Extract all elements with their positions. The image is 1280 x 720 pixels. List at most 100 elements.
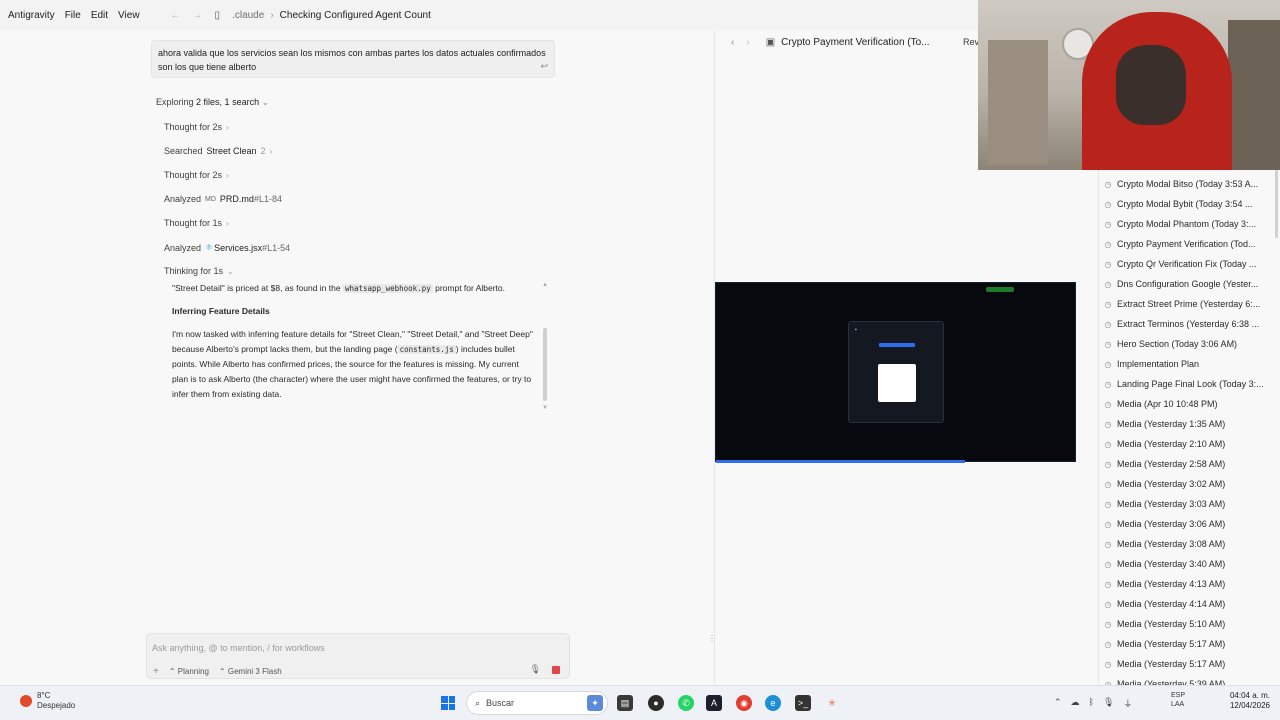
conversation-item[interactable]: ◷ Media (Yesterday 4:14 AM) xyxy=(1099,594,1280,614)
scrollbar-thumb[interactable] xyxy=(543,328,547,401)
conversation-item[interactable]: ◷ Media (Yesterday 5:10 AM) xyxy=(1099,614,1280,634)
search-label: Buscar xyxy=(486,698,515,708)
conversation-item[interactable]: ◷ Hero Section (Today 3:06 AM) xyxy=(1099,334,1280,354)
conversation-item[interactable]: ◷ Crypto Payment Verification (Tod... xyxy=(1099,234,1280,254)
task-view-icon[interactable]: ▤ xyxy=(617,695,633,711)
weather-widget[interactable]: 8°C Despejado xyxy=(20,691,75,711)
conversation-item[interactable]: ◷ Media (Yesterday 5:39 AM) xyxy=(1099,674,1280,685)
conversation-item[interactable]: ◷ Crypto Modal Phantom (Today 3:... xyxy=(1099,214,1280,234)
claude-icon[interactable]: ✳ xyxy=(824,695,840,711)
step-analyzed-prd[interactable]: Analyzed MD PRD.md #L1-84 xyxy=(164,194,282,204)
exploring-summary[interactable]: Exploring 2 files, 1 search ⌄ xyxy=(156,97,269,108)
conversation-label: Extract Terminos (Yesterday 6:38 ... xyxy=(1117,319,1260,329)
step-search[interactable]: Searched Street Clean 2 › xyxy=(164,146,272,156)
bluetooth-icon[interactable]: ᛒ xyxy=(1089,697,1094,710)
forward-arrow-icon[interactable]: → xyxy=(193,10,203,21)
video-progress-bar[interactable] xyxy=(716,460,965,463)
step-thinking[interactable]: Thinking for 1s ⌄ xyxy=(164,266,234,276)
stop-button[interactable] xyxy=(552,666,560,674)
breadcrumb-separator-icon: › xyxy=(270,9,274,21)
conversation-item[interactable]: ◷ Landing Page Final Look (Today 3:... xyxy=(1099,374,1280,394)
conversation-item[interactable]: ◷ Media (Yesterday 3:40 AM) xyxy=(1099,554,1280,574)
microphone-icon[interactable]: 🎙 xyxy=(1103,697,1114,710)
history-icon: ◷ xyxy=(1104,539,1112,549)
video-player[interactable]: ▪ xyxy=(715,282,1076,463)
conversation-label: Media (Yesterday 5:10 AM) xyxy=(1117,619,1226,629)
modal-brand-logo: ▪ xyxy=(855,327,857,333)
conversation-item[interactable]: ◷ Crypto Modal Bitso (Today 3:53 A... xyxy=(1099,174,1280,194)
add-icon[interactable]: + xyxy=(153,666,159,677)
language-code: ESP xyxy=(1171,692,1186,699)
system-clock[interactable]: 04:04 a. m. 12/04/2026 xyxy=(1220,691,1270,711)
conversation-item[interactable]: ◷ Media (Yesterday 2:58 AM) xyxy=(1099,454,1280,474)
file-name[interactable]: PRD.md xyxy=(220,194,254,204)
conversation-item[interactable]: ◷ Media (Yesterday 3:03 AM) xyxy=(1099,494,1280,514)
scroll-up-icon[interactable]: ▲ xyxy=(542,282,548,288)
conversation-item[interactable]: ◷ Crypto Modal Bybit (Today 3:54 ... xyxy=(1099,194,1280,214)
conversation-item[interactable]: ◷ Media (Yesterday 3:02 AM) xyxy=(1099,474,1280,494)
status-indicator xyxy=(986,287,1014,292)
conversation-item[interactable]: ◷ Implementation Plan xyxy=(1099,354,1280,374)
edge-icon[interactable]: e xyxy=(765,695,781,711)
chrome-icon[interactable]: ◉ xyxy=(736,695,752,711)
microphone-icon[interactable]: 🎙 xyxy=(530,664,541,675)
conversation-item[interactable]: ◷ Media (Yesterday 1:35 AM) xyxy=(1099,414,1280,434)
sidebar-toggle-icon[interactable]: ▯ xyxy=(215,10,221,21)
usb-icon[interactable]: ⏚ xyxy=(1123,697,1132,710)
view-menu[interactable]: View xyxy=(113,10,145,21)
conversation-item[interactable]: ◷ Crypto Qr Verification Fix (Today ... xyxy=(1099,254,1280,274)
step-analyzed-services[interactable]: Analyzed ⚛ Services.jsx #L1-54 xyxy=(164,242,290,253)
history-icon: ◷ xyxy=(1104,199,1112,209)
conversation-label: Crypto Modal Bybit (Today 3:54 ... xyxy=(1117,199,1253,209)
undo-icon[interactable]: ↩ xyxy=(540,59,548,73)
edit-menu[interactable]: Edit xyxy=(86,10,113,21)
weather-temp: 8°C xyxy=(37,691,51,700)
cloud-icon[interactable]: ☁ xyxy=(1071,697,1080,710)
code-ref: constants.js xyxy=(397,345,456,354)
antigravity-icon[interactable]: A xyxy=(706,695,722,711)
chevron-right-icon[interactable]: › xyxy=(746,37,749,48)
history-icon: ◷ xyxy=(1104,499,1112,509)
conversation-item[interactable]: ◷ Extract Street Prime (Yesterday 6:... xyxy=(1099,294,1280,314)
history-icon: ◷ xyxy=(1104,279,1112,289)
conversation-item[interactable]: ◷ Media (Yesterday 3:08 AM) xyxy=(1099,534,1280,554)
step-thought[interactable]: Thought for 2s › xyxy=(164,122,229,132)
conversation-label: Hero Section (Today 3:06 AM) xyxy=(1117,339,1238,349)
step-thought[interactable]: Thought for 1s › xyxy=(164,218,229,228)
conversation-item[interactable]: ◷ Extract Terminos (Yesterday 6:38 ... xyxy=(1099,314,1280,334)
clock-time: 04:04 a. m. xyxy=(1229,691,1270,700)
history-icon: ◷ xyxy=(1104,579,1112,589)
conversation-item[interactable]: ◷ Media (Yesterday 5:17 AM) xyxy=(1099,654,1280,674)
widgets-icon[interactable]: ✦ xyxy=(587,695,603,711)
modal-active-tab xyxy=(879,343,915,347)
conversation-item[interactable]: ◷ Dns Configuration Google (Yester... xyxy=(1099,274,1280,294)
chevron-right-icon: › xyxy=(226,218,229,228)
step-thought[interactable]: Thought for 2s › xyxy=(164,170,229,180)
model-selector[interactable]: ⌃ Gemini 3 Flash xyxy=(219,667,282,676)
conversation-label: Crypto Payment Verification (Tod... xyxy=(1117,239,1256,249)
conversation-item[interactable]: ◷ Media (Apr 10 10:48 PM) xyxy=(1099,394,1280,414)
chevron-up-icon: ⌃ xyxy=(218,667,228,676)
app-menu[interactable]: Antigravity xyxy=(0,10,60,21)
step-label: Analyzed xyxy=(164,242,202,253)
language-indicator[interactable]: ESP LAA xyxy=(1171,691,1185,709)
step-label: Thought for 2s xyxy=(164,170,223,180)
file-name[interactable]: Services.jsx xyxy=(214,243,262,253)
file-menu[interactable]: File xyxy=(60,10,86,21)
back-arrow-icon[interactable]: ← xyxy=(171,10,181,21)
conversation-item[interactable]: ◷ Media (Yesterday 3:06 AM) xyxy=(1099,514,1280,534)
chat-input[interactable] xyxy=(152,640,532,656)
chevron-left-icon[interactable]: ‹ xyxy=(731,37,734,48)
conversation-item[interactable]: ◷ Media (Yesterday 5:17 AM) xyxy=(1099,634,1280,654)
windows-start-icon[interactable] xyxy=(441,696,455,710)
breadcrumb-folder[interactable]: .claude xyxy=(232,10,264,21)
chevron-up-icon[interactable]: ⌃ xyxy=(1054,697,1062,710)
app-icon[interactable]: ● xyxy=(648,695,664,711)
terminal-icon[interactable]: >_ xyxy=(795,695,811,711)
whatsapp-icon[interactable]: ✆ xyxy=(678,695,694,711)
mode-selector[interactable]: ⌃ Planning xyxy=(169,667,209,676)
scroll-down-icon[interactable]: ▼ xyxy=(542,405,548,411)
conversation-label: Crypto Modal Bitso (Today 3:53 A... xyxy=(1117,179,1259,189)
conversation-item[interactable]: ◷ Media (Yesterday 4:13 AM) xyxy=(1099,574,1280,594)
conversation-item[interactable]: ◷ Media (Yesterday 2:10 AM) xyxy=(1099,434,1280,454)
